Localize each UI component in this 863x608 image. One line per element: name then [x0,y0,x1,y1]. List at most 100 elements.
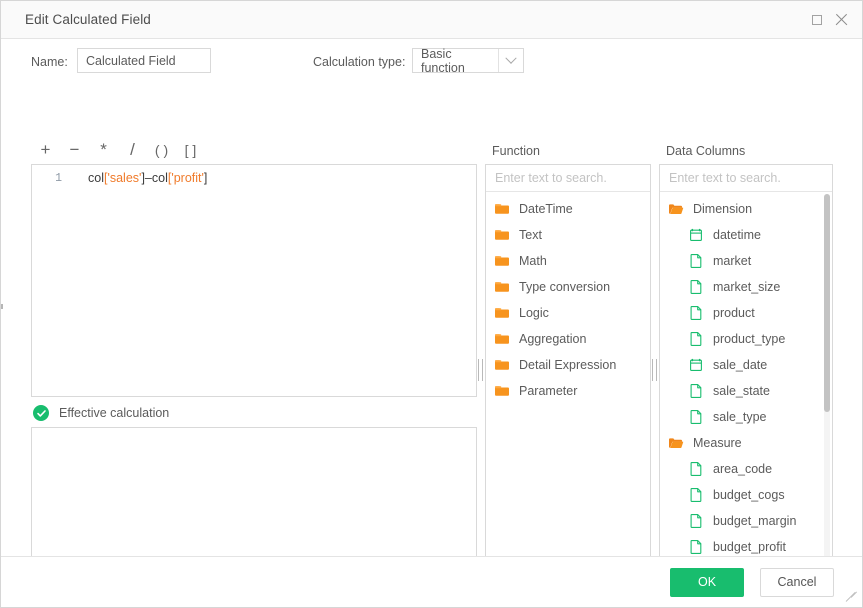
operator-plus[interactable]: + [31,139,60,161]
data-column-group[interactable]: Measure [660,430,832,456]
data-column-label: market_size [713,279,781,294]
data-column-item[interactable]: datetime [660,222,832,248]
formula-text[interactable]: col['sales']–col['profit'] [68,171,207,185]
folder-icon [495,204,509,214]
resize-grip-icon[interactable] [845,591,859,604]
function-list-item[interactable]: Logic [486,300,650,326]
dialog-body: Name: Calculation type: Basic function +… [1,39,862,576]
check-circle-icon [33,405,49,421]
function-search-input[interactable] [486,171,650,185]
operator-parentheses[interactable]: ( ) [147,139,176,161]
folder-icon [495,308,509,318]
data-columns-scrollbar-thumb[interactable] [824,194,830,412]
data-columns-panel: Dimension datetime market market_sizeproduc… [659,164,833,576]
function-list-item[interactable]: Text [486,222,650,248]
function-list-item[interactable]: DateTime [486,196,650,222]
data-column-item[interactable]: product_type [660,326,832,352]
data-columns-list[interactable]: Dimension datetime market market_sizeproduc… [660,192,832,575]
function-list-item-label: Logic [519,305,549,320]
data-column-label: sale_state [713,383,770,398]
left-edge-tick [1,304,3,309]
splitter-function-datacolumns[interactable] [651,164,657,576]
function-search-box[interactable] [486,165,650,192]
chevron-down-icon [505,52,517,64]
function-list[interactable]: DateTime Text Math Type conversion Logic Aggr… [486,192,650,575]
folder-icon [495,282,509,292]
data-column-item[interactable]: product [660,300,832,326]
data-column-item[interactable]: market_size [660,274,832,300]
function-list-item[interactable]: Math [486,248,650,274]
calculation-type-dropdown-button[interactable] [498,49,523,72]
data-column-item[interactable]: budget_margin [660,508,832,534]
function-list-item-label: Aggregation [519,331,587,346]
splitter-grip-icon [651,359,657,381]
data-columns-scrollbar[interactable] [824,194,830,573]
text-file-icon [690,462,702,476]
data-column-item[interactable]: area_code [660,456,832,482]
formula-token: 'profit' [171,171,204,185]
operator-multiply[interactable]: * [89,139,118,161]
formula-editor[interactable]: 1 col['sales']–col['profit'] [31,164,477,397]
data-column-group-label: Measure [693,435,742,450]
calculation-type-value: Basic function [421,46,465,75]
data-column-label: budget_cogs [713,487,785,502]
calculation-type-label: Calculation type: [313,55,406,69]
formula-token: ] [203,171,208,185]
data-column-item[interactable]: budget_cogs [660,482,832,508]
function-list-item[interactable]: Type conversion [486,274,650,300]
text-file-icon [690,488,702,502]
function-list-item-label: Parameter [519,383,578,398]
data-column-label: area_code [713,461,773,476]
dialog-titlebar: Edit Calculated Field [1,1,862,39]
splitter-grip-icon [477,359,483,381]
data-column-label: market [713,253,752,268]
text-file-icon [690,306,702,320]
name-label: Name: [31,55,68,69]
folder-icon [495,256,509,266]
text-file-icon [690,410,702,424]
data-column-item[interactable]: sale_type [660,404,832,430]
folder-icon [495,334,509,344]
operator-minus[interactable]: − [60,139,89,161]
data-column-item[interactable]: sale_date [660,352,832,378]
splitter-editor-function[interactable] [477,164,483,576]
formula-token: – [144,171,152,185]
text-file-icon [690,280,702,294]
formula-token: col [151,171,168,185]
folder-icon [495,230,509,240]
operator-toolbar: + − * /( )[ ] [31,139,205,161]
operator-brackets[interactable]: [ ] [176,139,205,161]
folder-open-icon [669,438,684,448]
data-column-item[interactable]: sale_state [660,378,832,404]
data-columns-search-input[interactable] [660,171,832,185]
ok-button[interactable]: OK [670,567,744,597]
data-columns-search-box[interactable] [660,165,832,192]
text-file-icon [690,332,702,346]
close-button[interactable] [830,9,852,31]
formula-token: 'sales' [107,171,142,185]
folder-icon [495,386,509,396]
maximize-square-icon [812,14,822,25]
function-list-item-label: Detail Expression [519,357,617,372]
function-list-item-label: Type conversion [519,279,611,294]
edit-calculated-field-dialog: Edit Calculated Field Name: Calculation … [0,0,863,608]
data-column-label: budget_profit [713,539,786,554]
function-list-item[interactable]: Aggregation [486,326,650,352]
cancel-button[interactable]: Cancel [760,567,834,597]
folder-icon [495,360,509,370]
name-input[interactable] [77,48,211,73]
dialog-footer: OK Cancel [1,556,862,607]
function-list-item[interactable]: Detail Expression [486,352,650,378]
maximize-button[interactable] [806,9,828,31]
calculation-type-select[interactable]: Basic function [412,46,524,75]
text-file-icon [690,540,702,554]
formula-token: col [88,171,104,185]
folder-open-icon [669,204,684,214]
function-list-item-label: Text [519,227,542,242]
text-file-icon [690,384,702,398]
function-list-item[interactable]: Parameter [486,378,650,404]
operator-divide[interactable]: / [118,139,147,161]
function-list-item-label: Math [519,253,547,268]
data-column-item[interactable]: market [660,248,832,274]
data-column-group[interactable]: Dimension [660,196,832,222]
